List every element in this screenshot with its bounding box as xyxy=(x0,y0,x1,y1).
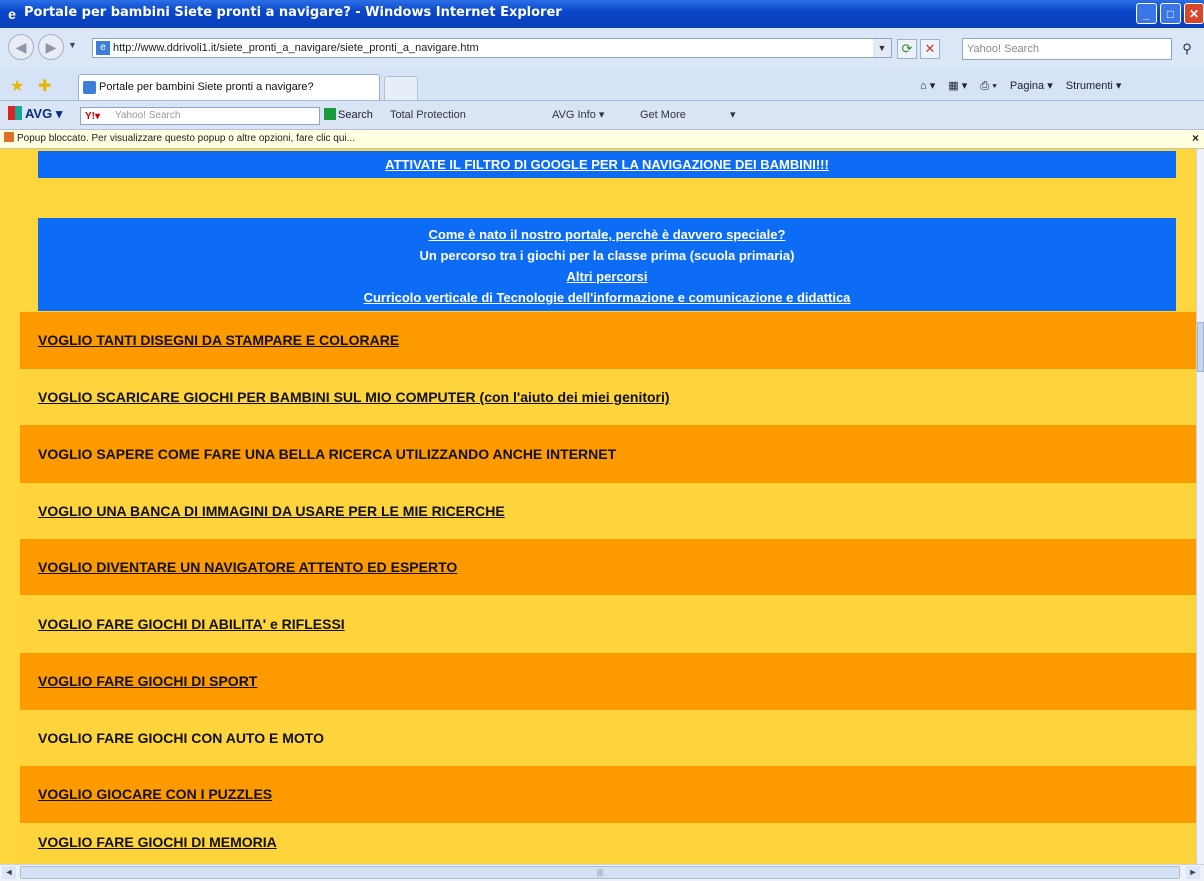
menu-link[interactable]: VOGLIO FARE GIOCHI DI ABILITA' e RIFLESS… xyxy=(38,616,345,632)
intro-link-other-paths[interactable]: Altri percorsi xyxy=(38,266,1176,287)
menu-row[interactable]: VOGLIO SCARICARE GIOCHI PER BAMBINI SUL … xyxy=(20,369,1196,425)
address-dropdown-icon[interactable]: ▼ xyxy=(873,39,891,57)
menu-row[interactable]: VOGLIO TANTI DISEGNI DA STAMPARE E COLOR… xyxy=(20,312,1196,369)
page-menu[interactable]: Pagina ▾ xyxy=(1010,80,1053,92)
forward-button[interactable]: ▶ xyxy=(38,34,64,60)
intro-link-curriculum[interactable]: Curricolo verticale di Tecnologie dell'i… xyxy=(38,287,1176,308)
get-more-item[interactable]: Get More xyxy=(640,106,686,124)
tools-menu[interactable]: Strumenti ▾ xyxy=(1066,80,1122,92)
menu-text: VOGLIO FARE GIOCHI CON AUTO E MOTO xyxy=(38,730,324,746)
back-button[interactable]: ◀ xyxy=(8,34,34,60)
menu-link[interactable]: VOGLIO SCARICARE GIOCHI PER BAMBINI SUL … xyxy=(38,389,476,405)
avg-info-menu[interactable]: AVG Info ▾ xyxy=(552,106,604,124)
favorites-star-icon[interactable]: ★ xyxy=(10,76,24,96)
avg-logo-icon xyxy=(8,106,22,120)
menu-link[interactable]: VOGLIO FARE GIOCHI DI SPORT xyxy=(38,673,257,689)
ie-logo-icon: e xyxy=(8,6,16,22)
yahoo-icon: Y!▾ xyxy=(85,111,101,122)
menu-link-extra[interactable]: (con l'aiuto dei miei genitori) xyxy=(476,389,670,405)
add-favorites-icon[interactable]: ✚ xyxy=(38,76,51,96)
address-url: http://www.ddrivoli1.it/siete_pronti_a_n… xyxy=(113,42,479,54)
intro-links-box: Come è nato il nostro portale, perchè è … xyxy=(38,218,1176,311)
menu-row[interactable]: VOGLIO FARE GIOCHI DI ABILITA' e RIFLESS… xyxy=(20,595,1196,653)
menu-link[interactable]: VOGLIO TANTI DISEGNI DA STAMPARE E COLOR… xyxy=(38,332,399,348)
popup-blocked-icon xyxy=(4,132,14,142)
avg-search-placeholder: Yahoo! Search xyxy=(115,110,181,121)
tab-page-icon xyxy=(83,81,96,94)
google-filter-banner: ATTIVATE IL FILTRO DI GOOGLE PER LA NAVI… xyxy=(38,151,1176,178)
search-icon[interactable]: ⚲ xyxy=(1176,38,1198,60)
avg-extra-menu[interactable]: ▾ xyxy=(730,106,736,124)
page-icon: e xyxy=(96,41,110,55)
command-bar: ⌂ ▾ ▦ ▾ ⎙ ▾ Pagina ▾ Strumenti ▾ xyxy=(920,76,1131,96)
avg-search-input[interactable]: Y!▾ Yahoo! Search xyxy=(80,107,320,125)
title-bar: e Portale per bambini Siete pronti a nav… xyxy=(0,0,1204,28)
menu-row: VOGLIO FARE GIOCHI CON AUTO E MOTO xyxy=(20,710,1196,766)
popup-info-bar[interactable]: Popup bloccato. Per visualizzare questo … xyxy=(0,130,1204,149)
tab-active[interactable]: Portale per bambini Siete pronti a navig… xyxy=(78,74,380,100)
menu-row[interactable]: VOGLIO UNA BANCA DI IMMAGINI DA USARE PE… xyxy=(20,483,1196,539)
page-content: ATTIVATE IL FILTRO DI GOOGLE PER LA NAVI… xyxy=(0,149,1196,864)
avg-search-label: Search xyxy=(338,109,373,121)
info-bar-text: Popup bloccato. Per visualizzare questo … xyxy=(17,133,355,144)
vertical-scroll-thumb[interactable] xyxy=(1197,322,1204,372)
menu-link[interactable]: VOGLIO FARE GIOCHI DI MEMORIA xyxy=(38,834,277,850)
menu-row[interactable]: VOGLIO FARE GIOCHI DI MEMORIA xyxy=(20,823,1196,864)
menu-link[interactable]: VOGLIO GIOCARE CON I PUZZLES xyxy=(38,786,272,802)
maximize-button[interactable]: □ xyxy=(1160,3,1181,24)
menu-link[interactable]: VOGLIO UNA BANCA DI IMMAGINI DA USARE PE… xyxy=(38,503,505,519)
new-tab-button[interactable] xyxy=(384,76,418,100)
scroll-left-icon[interactable]: ◄ xyxy=(2,866,16,879)
search-input[interactable]: Yahoo! Search xyxy=(962,38,1172,60)
print-icon[interactable]: ⎙ ▾ xyxy=(980,80,996,92)
tab-label: Portale per bambini Siete pronti a navig… xyxy=(99,81,314,93)
horizontal-scroll-thumb[interactable]: ||| xyxy=(20,866,1180,879)
minimize-button[interactable]: _ xyxy=(1136,3,1157,24)
avg-logo-label: AVG xyxy=(25,106,53,121)
google-filter-link[interactable]: ATTIVATE IL FILTRO DI GOOGLE PER LA NAVI… xyxy=(38,151,1176,178)
stop-icon[interactable]: ✕ xyxy=(920,39,940,59)
close-button[interactable]: ✕ xyxy=(1184,3,1204,24)
scroll-right-icon[interactable]: ► xyxy=(1186,866,1200,879)
address-bar[interactable]: e http://www.ddrivoli1.it/siete_pronti_a… xyxy=(92,38,892,58)
menu-row[interactable]: VOGLIO GIOCARE CON I PUZZLES xyxy=(20,766,1196,823)
intro-text-class-one: Un percorso tra i giochi per la classe p… xyxy=(419,248,795,263)
menu-text: VOGLIO SAPERE COME FARE UNA BELLA RICERC… xyxy=(38,446,617,462)
feeds-icon[interactable]: ▦ ▾ xyxy=(948,80,967,92)
window-title: Portale per bambini Siete pronti a navig… xyxy=(24,5,562,20)
refresh-icon[interactable]: ⟳ xyxy=(897,39,917,59)
info-bar-close-icon[interactable]: × xyxy=(1192,131,1199,145)
intro-link-portal[interactable]: Come è nato il nostro portale, perchè è … xyxy=(38,224,1176,245)
menu-link[interactable]: VOGLIO DIVENTARE UN NAVIGATORE ATTENTO E… xyxy=(38,559,457,575)
menu-row[interactable]: VOGLIO DIVENTARE UN NAVIGATORE ATTENTO E… xyxy=(20,539,1196,595)
home-icon[interactable]: ⌂ ▾ xyxy=(920,80,935,92)
total-protection-item[interactable]: Total Protection xyxy=(390,106,466,124)
menu-row[interactable]: VOGLIO FARE GIOCHI DI SPORT xyxy=(20,653,1196,710)
vertical-scrollbar[interactable] xyxy=(1196,149,1204,864)
history-dropdown-icon[interactable]: ▼ xyxy=(68,40,77,50)
menu-row: VOGLIO SAPERE COME FARE UNA BELLA RICERC… xyxy=(20,425,1196,483)
avg-search-button[interactable]: Search xyxy=(324,106,373,124)
avg-search-arrow-icon xyxy=(324,108,336,120)
avg-logo[interactable]: AVG ▾ xyxy=(8,106,62,122)
